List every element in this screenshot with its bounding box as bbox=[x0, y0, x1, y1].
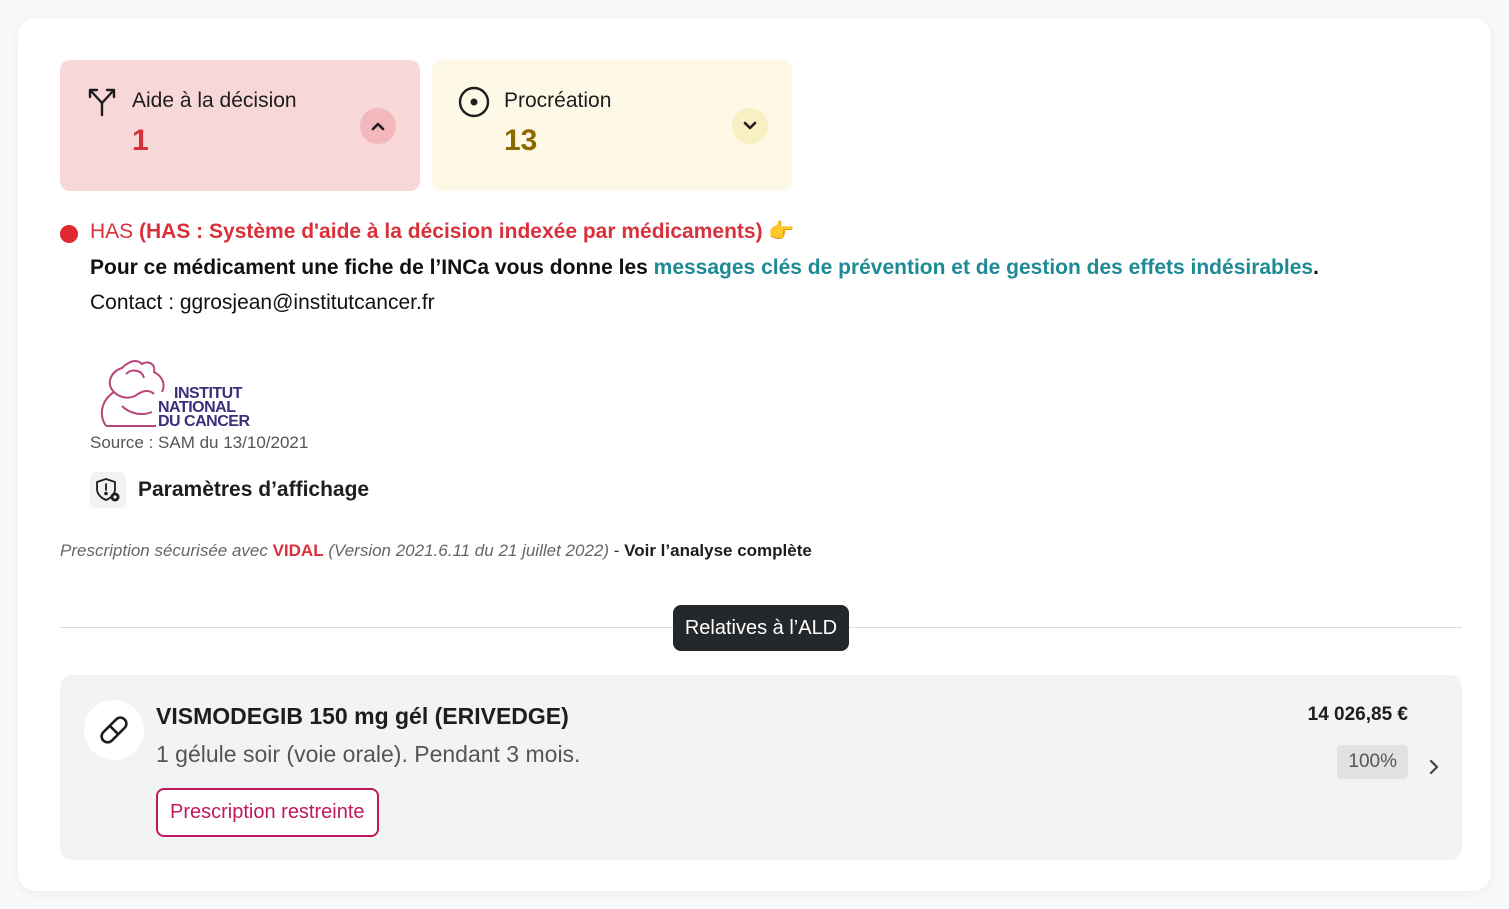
pointing-hand-icon: 👉 bbox=[768, 220, 795, 243]
message-start: Pour ce médicament une fiche de l’INCa v… bbox=[90, 256, 654, 279]
vidal-footer: Prescription sécurisée avec VIDAL (Versi… bbox=[60, 541, 812, 561]
message-end: . bbox=[1313, 256, 1319, 279]
chevron-down-icon bbox=[743, 121, 757, 130]
source-label: Source : SAM du 13/10/2021 bbox=[90, 433, 309, 452]
vidal-version: (Version 2021.6.11 du 21 juillet 2022) bbox=[328, 541, 610, 560]
chevron-right-icon[interactable] bbox=[1424, 755, 1444, 779]
display-settings-label: Paramètres d’affichage bbox=[138, 478, 370, 501]
shield-gear-icon bbox=[90, 472, 126, 508]
alert-count: 1 bbox=[132, 124, 149, 157]
drug-name: VISMODEGIB 150 mg gél (ERIVEDGE) bbox=[156, 703, 569, 729]
pill-icon bbox=[84, 700, 144, 760]
svg-text:DU CANCER: DU CANCER bbox=[158, 413, 250, 430]
inca-messages-link[interactable]: messages clés de prévention et de gestio… bbox=[654, 256, 1313, 279]
collapse-button[interactable] bbox=[360, 108, 396, 144]
vidal-separator: - bbox=[609, 541, 625, 560]
has-message: Pour ce médicament une fiche de l’INCa v… bbox=[90, 256, 1319, 280]
expand-button[interactable] bbox=[732, 108, 768, 144]
has-heading: HAS (HAS : Système d'aide à la décision … bbox=[90, 220, 795, 244]
target-circle-icon bbox=[458, 86, 490, 118]
alert-title: Procréation bbox=[504, 89, 612, 112]
has-title: (HAS : Système d'aide à la décision inde… bbox=[139, 220, 763, 243]
prescription-line[interactable]: VISMODEGIB 150 mg gél (ERIVEDGE) 1 gélul… bbox=[60, 675, 1462, 860]
has-prefix: HAS bbox=[90, 220, 140, 243]
ald-section-badge: Relatives à l’ALD bbox=[673, 605, 849, 651]
reimbursement-rate: 100% bbox=[1337, 745, 1408, 779]
drug-price: 14 026,85 € bbox=[1307, 704, 1408, 725]
chevron-up-icon bbox=[371, 122, 385, 131]
full-analysis-link[interactable]: Voir l’analyse complète bbox=[624, 541, 812, 560]
display-settings-button[interactable]: Paramètres d’affichage bbox=[90, 472, 369, 508]
vidal-prefix: Prescription sécurisée avec bbox=[60, 541, 273, 560]
alert-count: 13 bbox=[504, 124, 538, 157]
alert-tile-decision[interactable]: Aide à la décision 1 bbox=[60, 60, 420, 191]
fork-arrows-icon bbox=[88, 88, 116, 117]
alert-tile-procreation[interactable]: Procréation 13 bbox=[432, 60, 792, 191]
vidal-brand: VIDAL bbox=[272, 541, 324, 560]
inca-logo: INSTITUT NATIONAL DU CANCER bbox=[100, 360, 251, 430]
contact-line: Contact : ggrosjean@institutcancer.fr bbox=[90, 291, 435, 314]
main-card: Aide à la décision 1 Procréation 13 HAS … bbox=[18, 18, 1491, 891]
alert-title: Aide à la décision bbox=[132, 89, 297, 112]
severity-dot bbox=[60, 225, 78, 243]
drug-dosage: 1 gélule soir (voie orale). Pendant 3 mo… bbox=[156, 741, 581, 767]
restricted-prescription-badge: Prescription restreinte bbox=[156, 788, 379, 837]
